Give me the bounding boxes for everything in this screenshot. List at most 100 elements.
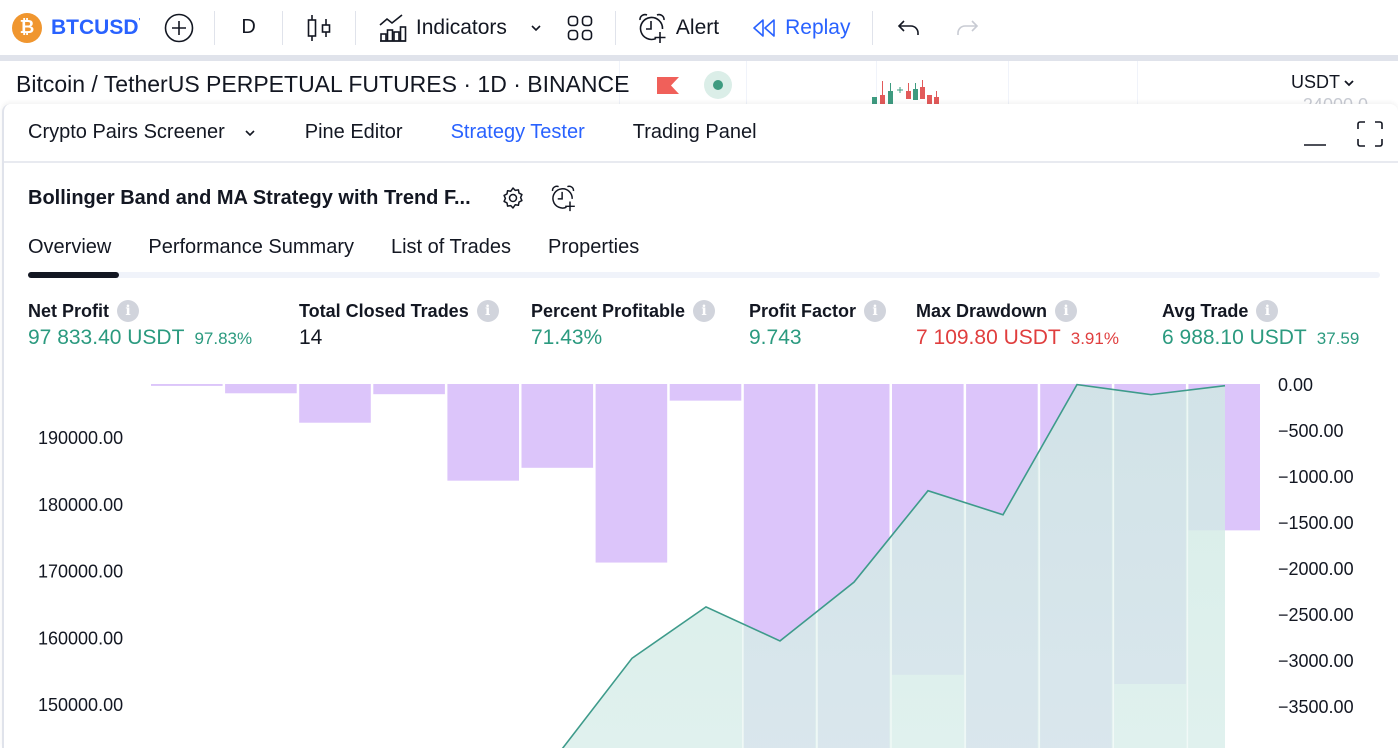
- metric-value: 14: [299, 326, 323, 349]
- maximize-icon: [1357, 121, 1383, 147]
- chart-symbol-title: Bitcoin / TetherUS PERPETUAL FUTURES · 1…: [16, 71, 630, 97]
- redo-icon: [957, 19, 979, 35]
- maximize-panel-button[interactable]: [1356, 120, 1384, 148]
- metric-label: Profit Factor: [749, 300, 857, 321]
- chart-type-button[interactable]: [307, 0, 331, 55]
- separator: [614, 10, 616, 45]
- chevron-down-icon: [1344, 79, 1354, 86]
- subtab-track: [28, 272, 1380, 278]
- metric-subvalue: 97.83%: [194, 329, 253, 348]
- metric-net-profit: Net Profit i 97 833.40 USDT 97.83%: [28, 300, 252, 350]
- strategy-subtabs: Overview Performance Summary List of Tra…: [28, 236, 1380, 280]
- subtab-properties[interactable]: Properties: [548, 236, 639, 259]
- mini-candles: [872, 80, 939, 106]
- layouts-button[interactable]: [567, 0, 593, 55]
- alert-button[interactable]: Alert: [636, 0, 719, 55]
- info-icon[interactable]: i: [864, 300, 887, 322]
- minimize-panel-button[interactable]: [1302, 122, 1328, 148]
- interval-button[interactable]: D: [241, 0, 255, 55]
- metric-total-closed-trades: Total Closed Trades i 14: [299, 300, 499, 350]
- alert-label: Alert: [675, 15, 720, 39]
- symbol-label: BTCUSD: [51, 15, 139, 39]
- metric-value: 97 833.40 USDT: [28, 326, 185, 349]
- indicators-label: Indicators: [415, 15, 507, 39]
- status-dot: [713, 80, 723, 90]
- active-subtab-indicator: [28, 272, 119, 278]
- tab-label: Trading Panel: [632, 121, 757, 143]
- currency-selector[interactable]: USDT: [1291, 72, 1354, 93]
- subtab-performance-summary[interactable]: Performance Summary: [148, 236, 354, 259]
- tab-label: Strategy Tester: [450, 121, 585, 143]
- panel-tabs: Crypto Pairs Screener Pine Editor Strate…: [4, 104, 1398, 163]
- strategy-alert-button[interactable]: [549, 184, 577, 212]
- gridline: [1008, 61, 1009, 106]
- tab-label: Pine Editor: [304, 121, 403, 143]
- flag-icon[interactable]: [657, 77, 679, 94]
- currency-label: USDT: [1291, 72, 1340, 92]
- metric-label: Net Profit: [28, 300, 109, 321]
- metric-profit-factor: Profit Factor i 9.743: [749, 300, 887, 350]
- indicators-icon: [379, 13, 407, 42]
- bitcoin-icon: ₿: [12, 12, 42, 43]
- main-chart-header: Bitcoin / TetherUS PERPETUAL FUTURES · 1…: [4, 61, 1398, 106]
- indicators-dropdown[interactable]: [529, 0, 543, 55]
- chevron-down-icon: [531, 24, 541, 31]
- metric-avg-trade: Avg Trade i 6 988.10 USDT 37.59: [1162, 300, 1359, 350]
- top-toolbar: ₿ BTCUSD ' D Indicators Alert Replay: [0, 0, 1398, 55]
- tab-label: Crypto Pairs Screener: [28, 121, 225, 143]
- gridline: [1137, 61, 1138, 106]
- tab-strategy-tester[interactable]: Strategy Tester: [451, 121, 585, 144]
- symbol-mark: ': [138, 17, 141, 28]
- add-symbol-button[interactable]: [164, 0, 194, 55]
- replay-button[interactable]: Replay: [751, 0, 850, 55]
- tab-trading-panel[interactable]: Trading Panel: [633, 121, 757, 144]
- metric-value: 7 109.80 USDT: [916, 326, 1061, 349]
- market-status-indicator[interactable]: [704, 71, 732, 99]
- separator: [281, 10, 283, 45]
- metric-value: 71.43%: [531, 326, 603, 349]
- chevron-down-icon[interactable]: [243, 128, 257, 138]
- gear-icon: [502, 187, 523, 209]
- interval-label: D: [241, 16, 256, 38]
- alarm-plus-icon: [639, 13, 666, 43]
- plus-circle-icon: [165, 13, 194, 42]
- gridline: [746, 61, 747, 106]
- symbol-search-button[interactable]: ₿ BTCUSD ': [12, 0, 140, 55]
- metric-label: Percent Profitable: [531, 300, 686, 321]
- metric-label: Total Closed Trades: [299, 300, 469, 321]
- layout-grid-icon: [567, 15, 593, 40]
- info-icon[interactable]: i: [476, 300, 499, 322]
- info-icon[interactable]: i: [1055, 300, 1078, 322]
- metric-label: Max Drawdown: [916, 300, 1048, 321]
- metric-max-drawdown: Max Drawdown i 7 109.80 USDT 3.91%: [916, 300, 1119, 350]
- separator: [872, 10, 874, 45]
- strategy-settings-button[interactable]: [501, 186, 525, 210]
- tab-pine-editor[interactable]: Pine Editor: [305, 121, 403, 144]
- metric-percent-profitable: Percent Profitable i 71.43%: [531, 300, 716, 350]
- subtab-list-of-trades[interactable]: List of Trades: [391, 236, 511, 259]
- strategy-name: Bollinger Band and MA Strategy with Tren…: [28, 186, 471, 209]
- indicators-button[interactable]: Indicators: [378, 0, 507, 55]
- info-icon[interactable]: i: [117, 300, 139, 322]
- undo-icon: [898, 19, 920, 35]
- metric-value: 9.743: [749, 326, 802, 349]
- candles-icon: [307, 14, 331, 41]
- separator: [354, 10, 356, 45]
- replay-label: Replay: [785, 15, 851, 39]
- metric-subvalue: 37.59: [1316, 329, 1360, 348]
- strategy-header: Bollinger Band and MA Strategy with Tren…: [28, 184, 577, 212]
- info-icon[interactable]: i: [693, 300, 716, 322]
- metric-subvalue: 3.91%: [1070, 329, 1119, 348]
- separator: [214, 10, 216, 45]
- metric-value: 6 988.10 USDT: [1162, 326, 1307, 349]
- undo-button[interactable]: [897, 0, 921, 55]
- alarm-plus-icon: [551, 185, 575, 212]
- redo-button[interactable]: [955, 0, 979, 55]
- rewind-icon: [753, 18, 775, 37]
- metric-label: Avg Trade: [1162, 300, 1249, 321]
- info-icon[interactable]: i: [1256, 300, 1279, 322]
- bottom-panel: Crypto Pairs Screener Pine Editor Strate…: [2, 104, 1398, 748]
- subtab-overview[interactable]: Overview: [28, 236, 111, 259]
- tab-crypto-pairs-screener[interactable]: Crypto Pairs Screener: [28, 121, 257, 144]
- minimize-icon: [1304, 144, 1326, 146]
